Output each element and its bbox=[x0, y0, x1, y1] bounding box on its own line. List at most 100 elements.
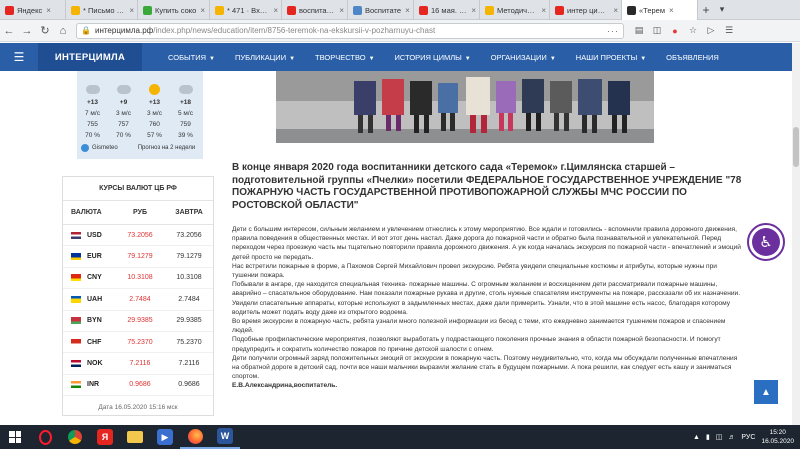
site-logo[interactable]: ИНТЕРЦИМЛА bbox=[38, 43, 142, 71]
page-actions-icon[interactable]: ··· bbox=[607, 26, 619, 36]
taskbar-chrome[interactable] bbox=[60, 425, 90, 449]
new-tab-button[interactable]: + bbox=[698, 0, 714, 19]
page-scrollbar[interactable] bbox=[792, 43, 800, 425]
currency-cell: CNY bbox=[63, 274, 115, 282]
windows-taskbar: Я ▶ W ▲ ▮ ◫ ♬ РУС 15:20 16.05.2020 bbox=[0, 425, 800, 449]
tab-close-icon[interactable]: × bbox=[471, 6, 476, 15]
browser-tab[interactable]: * Письмо «Го × bbox=[66, 0, 138, 20]
volume-icon[interactable]: ♬ bbox=[728, 434, 735, 441]
caret-down-icon: ▼ bbox=[640, 55, 647, 62]
article-paragraph: Дети с большим интересом, сильным желани… bbox=[232, 226, 741, 261]
cloud-icon bbox=[77, 84, 108, 94]
currency-row: CNY 10.3108 10.3108 bbox=[63, 268, 213, 290]
start-button[interactable] bbox=[0, 425, 30, 449]
tab-close-icon[interactable]: × bbox=[200, 6, 205, 15]
accessibility-button[interactable]: ♿ bbox=[747, 223, 785, 261]
menu-item-label: ТВОРЧЕСТВО bbox=[315, 52, 366, 62]
media-player-icon: ▶ bbox=[157, 429, 173, 445]
windows-logo-icon bbox=[9, 431, 21, 443]
rate-tomorrow: 73.2056 bbox=[176, 231, 202, 239]
browser-tab[interactable]: * 471 · Входящ × bbox=[210, 0, 282, 20]
browser-tab[interactable]: Воспитате × bbox=[348, 0, 414, 20]
scroll-to-top-button[interactable]: ▲ bbox=[754, 380, 778, 404]
weather-pressure: 755 bbox=[87, 121, 98, 128]
tab-favicon-icon bbox=[485, 5, 494, 15]
currency-row: CHF 75.2370 75.2370 bbox=[63, 332, 213, 354]
menu-item[interactable]: ИСТОРИЯ ЦИМЛЫ ▼ bbox=[395, 53, 471, 62]
menu-item[interactable]: ОБЪЯВЛЕНИЯ bbox=[666, 53, 719, 62]
language-indicator[interactable]: РУС bbox=[741, 434, 755, 441]
tab-favicon-icon bbox=[627, 5, 636, 15]
main-menu: СОБЫТИЯ ▼ ПУБЛИКАЦИИ ▼ ТВОРЧЕСТВО ▼ ИСТОРИЯ ЦИ… bbox=[168, 53, 739, 62]
address-bar[interactable]: 🔒 интерцимла.рф/index.php/news/education… bbox=[76, 22, 624, 39]
taskbar-yandex[interactable]: Я bbox=[90, 425, 120, 449]
menu-item[interactable]: НАШИ ПРОЕКТЫ ▼ bbox=[576, 53, 646, 62]
lock-icon: 🔒 bbox=[81, 26, 91, 35]
back-icon[interactable]: ← bbox=[0, 22, 18, 40]
browser-tab[interactable]: 16 мая. РФ × bbox=[414, 0, 480, 20]
rate-rub: 0.9686 bbox=[129, 381, 151, 389]
tab-label: * Письмо «Го bbox=[83, 5, 126, 15]
taskbar-explorer[interactable] bbox=[120, 425, 150, 449]
taskbar-word[interactable]: W bbox=[210, 425, 240, 449]
article-paragraph: Во время экскурсии в пожарную часть, реб… bbox=[232, 318, 726, 335]
browser-tab[interactable]: Методическ × bbox=[480, 0, 550, 20]
tab-label: Купить соко bbox=[155, 5, 197, 15]
clock[interactable]: 15:20 16.05.2020 bbox=[761, 428, 794, 446]
browser-tab[interactable]: Купить соко × bbox=[138, 0, 210, 20]
tray-arrow-icon[interactable]: ▲ bbox=[693, 434, 700, 441]
rate-tomorrow: 2.7484 bbox=[178, 295, 200, 303]
currency-row: UAH 2.7484 2.7484 bbox=[63, 289, 213, 311]
weather-humidity: 39 % bbox=[178, 132, 193, 139]
tab-close-icon[interactable]: × bbox=[339, 6, 344, 15]
reload-icon[interactable]: ↻ bbox=[36, 22, 54, 40]
weather-day bbox=[170, 71, 201, 81]
browser-tab[interactable]: интер цимла × bbox=[550, 0, 622, 20]
browser-tab[interactable]: воспитател × bbox=[282, 0, 348, 20]
tab-close-icon[interactable]: × bbox=[669, 6, 674, 15]
tab-favicon-icon bbox=[71, 5, 80, 15]
taskbar-firefox[interactable] bbox=[180, 425, 210, 449]
weather-wind: 3 м/с bbox=[116, 110, 131, 117]
tab-close-icon[interactable]: × bbox=[541, 6, 546, 15]
gismeteo-link[interactable]: Gismeteo bbox=[81, 144, 118, 152]
library-icon[interactable]: ▤ bbox=[632, 24, 646, 38]
tab-close-icon[interactable]: × bbox=[46, 6, 51, 15]
rate-tomorrow: 29.9385 bbox=[176, 317, 202, 325]
taskbar-media[interactable]: ▶ bbox=[150, 425, 180, 449]
browser-tab[interactable]: Яндекс × bbox=[0, 0, 66, 20]
bookmark-icon[interactable]: ☆ bbox=[686, 24, 700, 38]
more-menu-icon[interactable]: ☰ bbox=[722, 24, 736, 38]
menu-item[interactable]: ПУБЛИКАЦИИ ▼ bbox=[235, 53, 295, 62]
network-icon[interactable]: ◫ bbox=[716, 433, 723, 441]
menu-item[interactable]: СОБЫТИЯ ▼ bbox=[168, 53, 215, 62]
menu-item[interactable]: ТВОРЧЕСТВО ▼ bbox=[315, 53, 374, 62]
battery-icon[interactable]: ▮ bbox=[706, 433, 710, 441]
tab-close-icon[interactable]: × bbox=[405, 6, 410, 15]
shield-icon[interactable]: ▷ bbox=[704, 24, 718, 38]
menu-item[interactable]: ОРГАНИЗАЦИИ ▼ bbox=[491, 53, 556, 62]
article-paragraph: Побывали в ангаре, где находится специал… bbox=[232, 281, 741, 316]
header-currency: ВАЛЮТА bbox=[71, 209, 102, 216]
tab-list-icon[interactable]: ▾ bbox=[714, 0, 730, 19]
hamburger-menu-icon[interactable]: ☰ bbox=[0, 43, 38, 71]
forecast-link[interactable]: Прогноз на 2 недели bbox=[138, 145, 196, 151]
weather-pressure: 757 bbox=[118, 121, 129, 128]
extension-icon[interactable]: ● bbox=[668, 24, 682, 38]
tab-close-icon[interactable]: × bbox=[129, 6, 134, 15]
tab-close-icon[interactable]: × bbox=[273, 6, 278, 15]
scrollbar-thumb[interactable] bbox=[793, 127, 799, 167]
browser-tab[interactable]: «Терем × bbox=[622, 0, 698, 20]
currency-cell: EUR bbox=[63, 253, 115, 261]
tab-close-icon[interactable]: × bbox=[613, 6, 618, 15]
currency-code: NOK bbox=[87, 360, 103, 368]
article-paragraph: Дети получили огромный заряд положительн… bbox=[232, 354, 738, 381]
weather-humidity: 57 % bbox=[147, 132, 162, 139]
firefox-icon bbox=[187, 428, 203, 444]
taskbar-opera[interactable] bbox=[30, 425, 60, 449]
gismeteo-label: Gismeteo bbox=[92, 145, 118, 151]
home-icon[interactable]: ⌂ bbox=[54, 22, 72, 40]
sidebar-icon[interactable]: ◫ bbox=[650, 24, 664, 38]
browser-tab-strip: Яндекс × * Письмо «Го × Купить соко × * 471 · … bbox=[0, 0, 800, 20]
forward-icon[interactable]: → bbox=[18, 22, 36, 40]
